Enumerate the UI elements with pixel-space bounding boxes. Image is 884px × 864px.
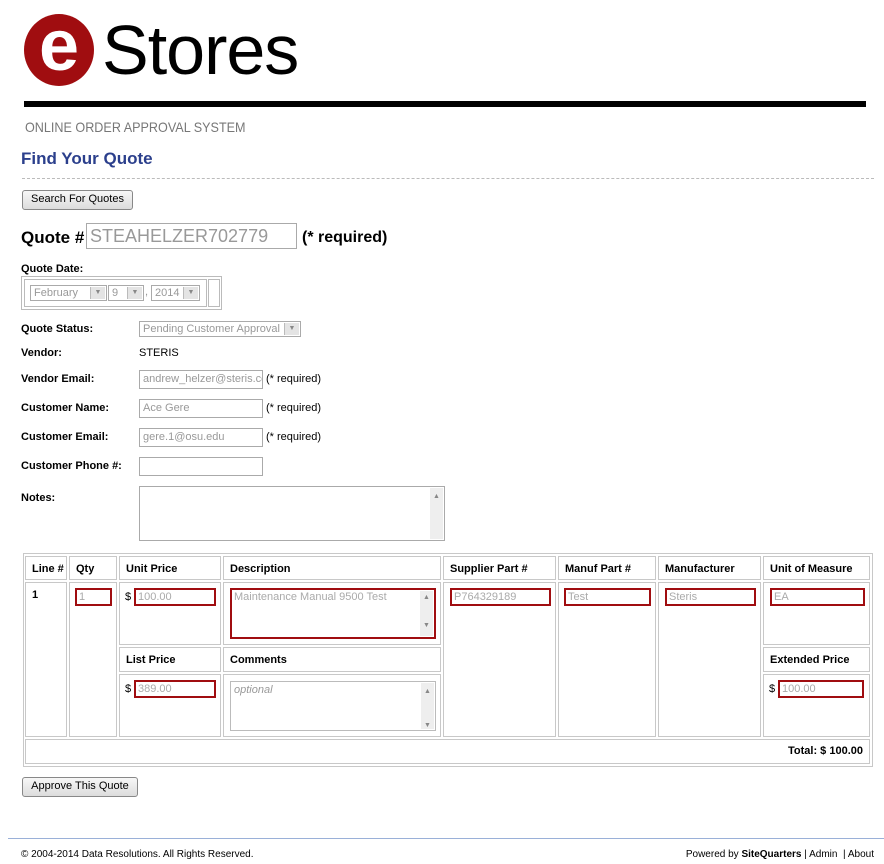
system-subtitle: ONLINE ORDER APPROVAL SYSTEM xyxy=(25,119,246,135)
quote-date-label: Quote Date: xyxy=(21,263,84,275)
footer-links: Powered by SiteQuarters | Admin | About xyxy=(686,849,874,860)
description-textarea[interactable]: Maintenance Manual 9500 Test ▲ ▼ xyxy=(230,588,436,639)
separator: | xyxy=(843,849,846,860)
customer-name-label: Customer Name: xyxy=(21,402,110,414)
footer-divider xyxy=(8,838,884,839)
month-select[interactable]: February ▼ xyxy=(30,285,107,301)
header-comments: Comments xyxy=(223,647,441,672)
approve-quote-button[interactable]: Approve This Quote xyxy=(22,777,138,797)
logo-text: Stores xyxy=(102,11,299,89)
header-supplier-part: Supplier Part # xyxy=(443,556,556,580)
about-link[interactable]: About xyxy=(848,849,874,860)
logo-mark: e xyxy=(24,10,94,86)
currency-symbol: $ xyxy=(125,591,132,603)
search-for-quotes-button[interactable]: Search For Quotes xyxy=(22,190,133,210)
scrollbar[interactable]: ▲▼ xyxy=(430,488,443,539)
supplier-part-input[interactable]: P764329189 xyxy=(450,588,551,606)
quote-required: (* required) xyxy=(302,229,388,246)
chevron-down-icon: ▼ xyxy=(284,323,299,335)
status-label: Quote Status: xyxy=(21,323,94,335)
sitequarters-link[interactable]: SiteQuarters xyxy=(741,849,801,860)
extended-price-input[interactable]: 100.00 xyxy=(778,680,864,698)
header-manuf-part: Manuf Part # xyxy=(558,556,656,580)
copyright: © 2004-2014 Data Resolutions. All Rights… xyxy=(21,849,254,860)
vendor-email-required: (* required) xyxy=(266,373,322,385)
header-uom: Unit of Measure xyxy=(763,556,870,580)
divider xyxy=(22,178,874,179)
manufacturer-input[interactable]: Steris xyxy=(665,588,756,606)
separator: | xyxy=(804,849,807,860)
vendor-value: STERIS xyxy=(139,347,179,359)
line-number: 1 xyxy=(25,582,67,737)
vendor-email-label: Vendor Email: xyxy=(21,373,95,385)
comments-textarea[interactable]: optional ▲ ▼ xyxy=(230,681,436,731)
powered-by: Powered by xyxy=(685,849,739,860)
currency-symbol: $ xyxy=(125,683,132,695)
currency-symbol: $ xyxy=(769,683,776,695)
customer-name-required: (* required) xyxy=(266,402,322,414)
customer-phone-input[interactable] xyxy=(139,457,263,476)
customer-email-input[interactable]: gere.1@osu.edu xyxy=(139,428,263,447)
header-manufacturer: Manufacturer xyxy=(658,556,761,580)
chevron-down-icon: ▼ xyxy=(183,287,198,299)
qty-input[interactable]: 1 xyxy=(75,588,112,606)
date-picker: February ▼ 9 ▼ , 2014 ▼ xyxy=(21,276,222,310)
date-separator: , xyxy=(145,286,149,298)
header-list-price: List Price xyxy=(119,647,221,672)
header-extended-price: Extended Price xyxy=(763,647,870,672)
customer-name-input[interactable]: Ace Gere xyxy=(139,399,263,418)
quote-label: Quote # xyxy=(21,228,85,247)
chevron-down-icon: ▼ xyxy=(127,287,142,299)
manuf-part-input[interactable]: Test xyxy=(564,588,651,606)
customer-email-required: (* required) xyxy=(266,431,322,443)
notes-textarea[interactable]: ▲▼ xyxy=(139,486,445,541)
vendor-email-input[interactable]: andrew_helzer@steris.com xyxy=(139,370,263,389)
unit-price-input[interactable]: 100.00 xyxy=(134,588,216,606)
page-title: Find Your Quote xyxy=(21,149,153,168)
header-line: Line # xyxy=(25,556,67,580)
uom-input[interactable]: EA xyxy=(770,588,865,606)
year-select[interactable]: 2014 ▼ xyxy=(151,285,200,301)
scrollbar[interactable]: ▲▼ xyxy=(420,591,433,636)
header-divider xyxy=(24,101,866,107)
chevron-down-icon: ▼ xyxy=(90,287,105,299)
header-qty: Qty xyxy=(69,556,117,580)
customer-phone-label: Customer Phone #: xyxy=(21,460,122,472)
vendor-label: Vendor: xyxy=(21,347,62,359)
header-unit-price: Unit Price xyxy=(119,556,221,580)
day-select[interactable]: 9 ▼ xyxy=(108,285,144,301)
scrollbar[interactable]: ▲▼ xyxy=(421,683,434,729)
customer-email-label: Customer Email: xyxy=(21,431,109,443)
status-select[interactable]: Pending Customer Approval ▼ xyxy=(139,321,301,337)
header-description: Description xyxy=(223,556,441,580)
notes-label: Notes: xyxy=(21,492,56,504)
list-price-input[interactable]: 389.00 xyxy=(134,680,216,698)
quote-number-input[interactable]: STEAHELZER702779 xyxy=(86,223,297,249)
admin-link[interactable]: Admin xyxy=(809,849,837,860)
total: Total: $ 100.00 xyxy=(25,739,870,764)
